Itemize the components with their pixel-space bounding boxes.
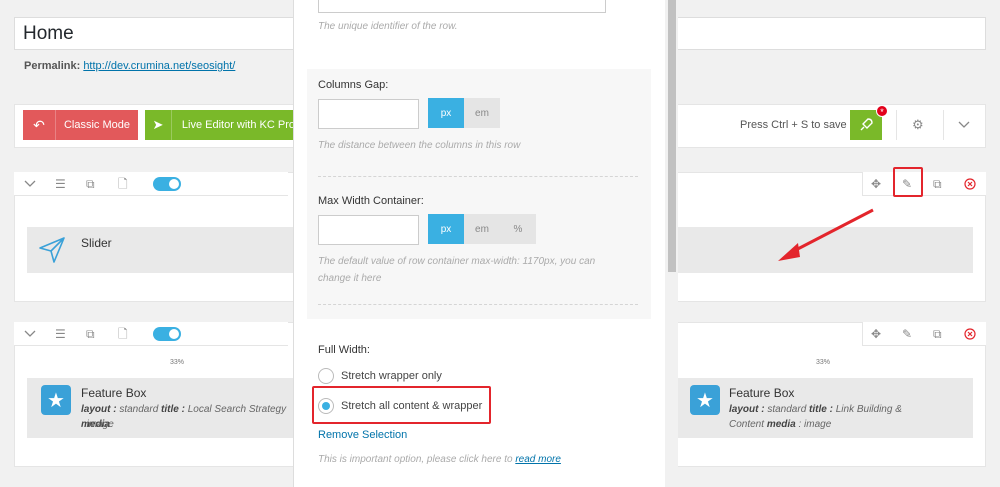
collapse-chevron-icon[interactable] bbox=[24, 322, 36, 354]
meta-key: layout : bbox=[729, 404, 765, 415]
max-width-label: Max Width Container: bbox=[318, 195, 424, 207]
divider bbox=[318, 304, 638, 305]
collapse-chevron-icon[interactable] bbox=[24, 172, 36, 204]
move-icon[interactable]: ✥ bbox=[871, 172, 881, 196]
radio-stretch-all[interactable] bbox=[318, 398, 334, 414]
radio-label: Stretch wrapper only bbox=[341, 370, 442, 382]
unit-px-button[interactable]: px bbox=[428, 98, 464, 128]
gear-icon[interactable]: ⚙ bbox=[912, 117, 924, 133]
external-link-icon[interactable]: ⧉ bbox=[86, 322, 95, 346]
column-width-label: 33% bbox=[816, 359, 831, 366]
paper-plane-icon bbox=[38, 236, 66, 267]
column-width-label: 33% bbox=[170, 359, 185, 366]
unsaved-badge: * bbox=[876, 105, 888, 117]
edit-icon[interactable]: ✎ bbox=[902, 322, 912, 346]
add-page-icon[interactable]: 🗋 bbox=[118, 322, 128, 346]
delete-icon[interactable] bbox=[964, 178, 976, 193]
edit-icon[interactable]: ✎ bbox=[902, 172, 912, 196]
remove-selection-link[interactable]: Remove Selection bbox=[318, 429, 407, 441]
feature-box-title: Feature Box bbox=[729, 386, 795, 400]
external-link-icon[interactable]: ⧉ bbox=[86, 172, 95, 196]
unit-em-button[interactable]: em bbox=[464, 214, 500, 244]
meta-value: standard bbox=[119, 404, 159, 415]
meta-key: media bbox=[766, 419, 796, 430]
feature-box-meta: layout : standard title : Link Building … bbox=[729, 402, 902, 417]
live-editor-label: Live Editor with KC Pro bbox=[170, 110, 295, 140]
star-icon: ★ bbox=[690, 385, 720, 415]
meta-value: Local Search Strategy bbox=[187, 404, 287, 415]
rocket-icon bbox=[860, 118, 873, 131]
copy-icon[interactable]: ⧉ bbox=[933, 172, 942, 196]
meta-key: title : bbox=[161, 404, 185, 415]
paper-plane-icon: ➤ bbox=[152, 117, 164, 132]
help-text: This is important option, please click h… bbox=[318, 454, 513, 465]
row-toggle[interactable] bbox=[153, 177, 181, 191]
full-width-label: Full Width: bbox=[318, 344, 370, 356]
meta-value: Link Building & bbox=[835, 404, 902, 415]
pointer-arrow bbox=[770, 205, 880, 268]
meta-key: title : bbox=[809, 404, 833, 415]
meta-value: standard bbox=[767, 404, 807, 415]
modal-scrollbar-thumb[interactable] bbox=[668, 0, 676, 272]
feature-box-meta: : image bbox=[81, 417, 114, 432]
slider-title: Slider bbox=[81, 236, 112, 250]
unit-percent-button[interactable]: % bbox=[500, 214, 536, 244]
max-width-help: change it here bbox=[318, 273, 382, 284]
live-editor-button[interactable]: ➤ Live Editor with KC Pro bbox=[145, 110, 295, 140]
permalink-label: Permalink: bbox=[24, 60, 81, 72]
max-width-input[interactable] bbox=[318, 215, 419, 245]
columns-gap-label: Columns Gap: bbox=[318, 79, 389, 91]
list-icon[interactable]: ☰ bbox=[55, 322, 66, 346]
classic-mode-button[interactable]: ↶ Classic Mode bbox=[23, 110, 138, 140]
toolbar-divider bbox=[943, 110, 944, 140]
star-icon: ★ bbox=[41, 385, 71, 415]
feature-box-title: Feature Box bbox=[81, 386, 147, 400]
row-id-help: The unique identifier of the row. bbox=[318, 21, 458, 32]
copy-icon[interactable]: ⧉ bbox=[933, 322, 942, 346]
meta-value: : image bbox=[81, 419, 114, 430]
meta-value: : image bbox=[798, 419, 832, 430]
classic-mode-label: Classic Mode bbox=[55, 110, 138, 140]
toolbar-divider bbox=[896, 110, 897, 140]
radio-stretch-wrapper[interactable] bbox=[318, 368, 334, 384]
permalink-link[interactable]: http://dev.crumina.net/seosight/ bbox=[83, 60, 235, 72]
row-id-input[interactable] bbox=[318, 0, 606, 13]
columns-gap-input[interactable] bbox=[318, 99, 419, 129]
max-width-help: The default value of row container max-w… bbox=[318, 256, 596, 267]
divider bbox=[318, 176, 638, 177]
columns-gap-help: The distance between the columns in this… bbox=[318, 140, 521, 151]
radio-label: Stretch all content & wrapper bbox=[341, 400, 483, 412]
full-width-help: This is important option, please click h… bbox=[318, 452, 561, 468]
save-hint: Press Ctrl + S to save bbox=[740, 119, 847, 131]
chevron-down-icon[interactable] bbox=[958, 118, 970, 132]
move-icon[interactable]: ✥ bbox=[871, 322, 881, 346]
delete-icon[interactable] bbox=[964, 328, 976, 343]
read-more-link[interactable]: read more bbox=[515, 454, 561, 465]
unit-px-button[interactable]: px bbox=[428, 214, 464, 244]
back-arrow-icon: ↶ bbox=[33, 116, 45, 133]
row-toggle[interactable] bbox=[153, 327, 181, 341]
list-icon[interactable]: ☰ bbox=[55, 172, 66, 196]
meta-value: Content bbox=[729, 419, 765, 430]
feature-box-meta: Content media : image bbox=[729, 417, 831, 432]
add-page-icon[interactable]: 🗋 bbox=[118, 172, 128, 196]
permalink: Permalink: http://dev.crumina.net/seosig… bbox=[24, 60, 235, 72]
meta-key: layout : bbox=[81, 404, 117, 415]
unit-em-button[interactable]: em bbox=[464, 98, 500, 128]
